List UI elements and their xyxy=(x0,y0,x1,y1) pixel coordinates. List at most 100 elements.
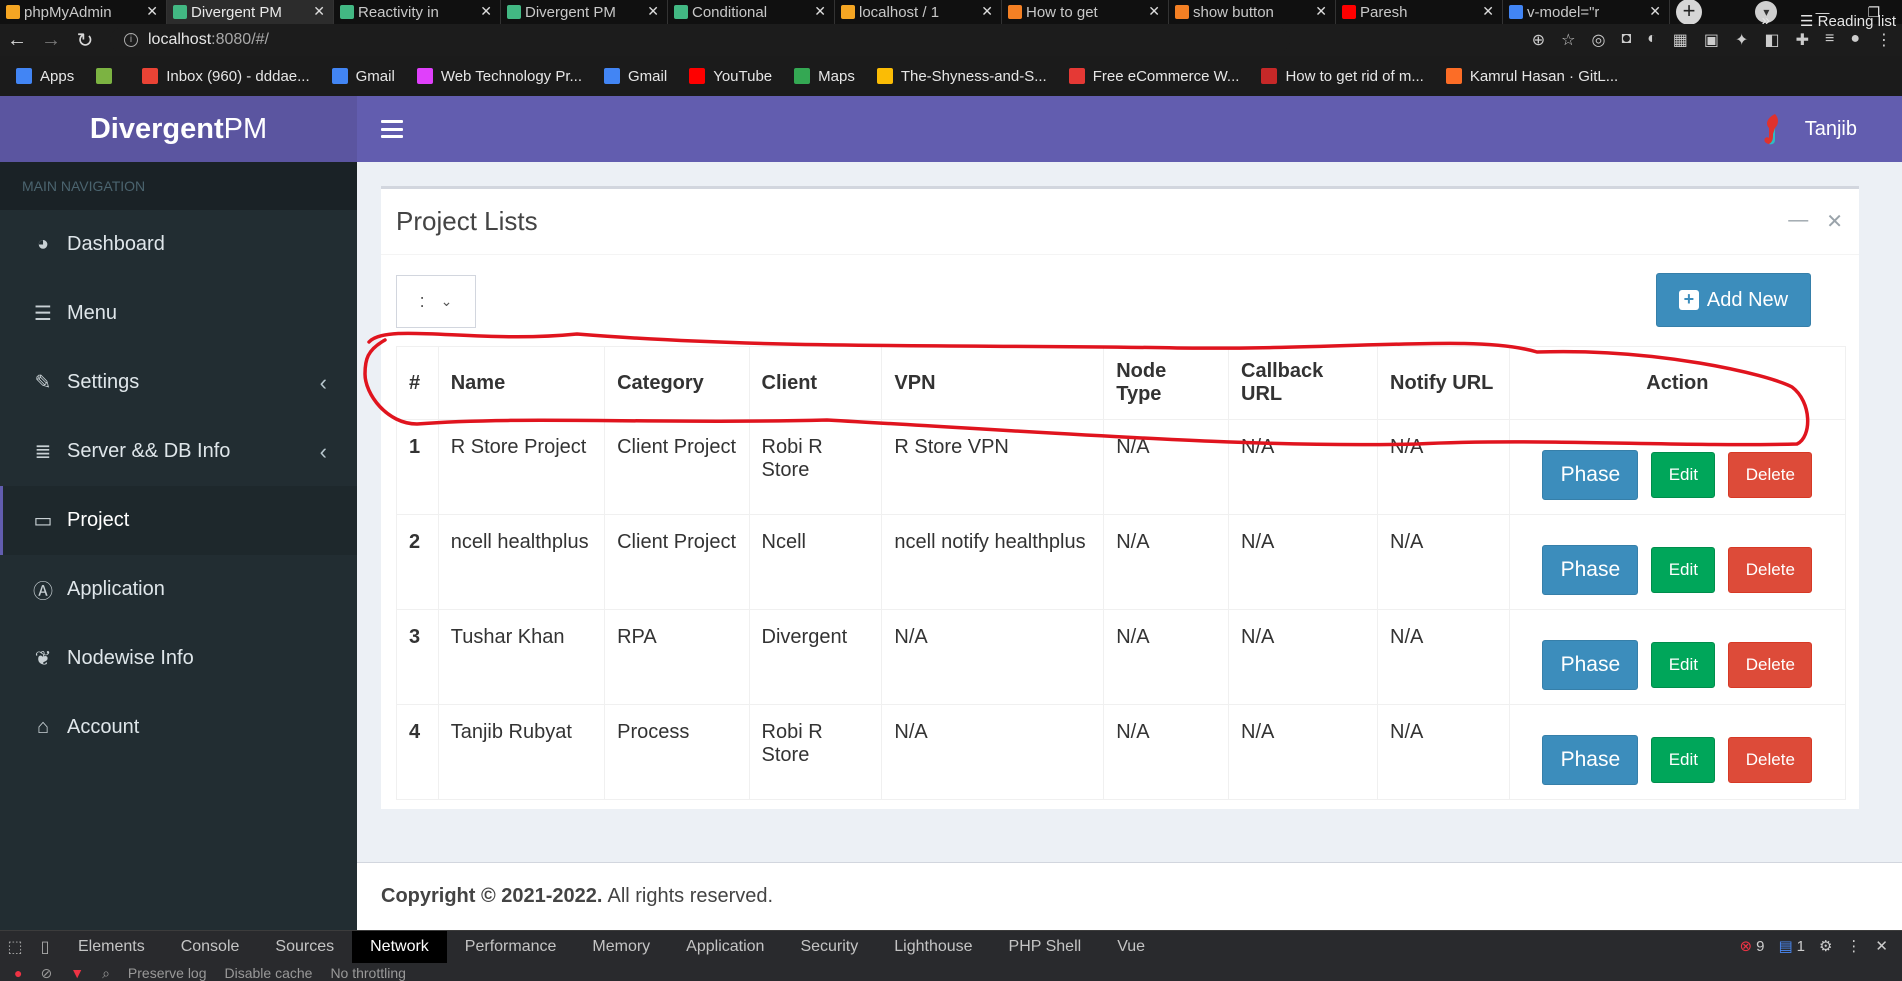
delete-button[interactable]: Delete xyxy=(1728,547,1813,593)
phase-button[interactable]: Phase xyxy=(1542,640,1639,690)
back-icon[interactable]: ← xyxy=(0,29,34,52)
devtools-tab-application[interactable]: Application xyxy=(668,931,782,963)
bookmark-item[interactable]: The-Shyness-and-S... xyxy=(876,68,1047,85)
browser-tab[interactable]: Divergent PM ✕ xyxy=(167,0,334,24)
tab-close-icon[interactable]: ✕ xyxy=(313,3,325,20)
browser-tab[interactable]: Conditional ✕ xyxy=(668,0,835,24)
playlist-icon[interactable]: ≡ xyxy=(1825,30,1834,50)
tab-close-icon[interactable]: ✕ xyxy=(981,3,993,20)
devtools-tab-php-shell[interactable]: PHP Shell xyxy=(991,931,1100,963)
devtools-tab-elements[interactable]: Elements xyxy=(60,931,163,963)
bookmark-item[interactable]: How to get rid of m... xyxy=(1261,68,1424,85)
bookmark-item[interactable] xyxy=(96,68,120,84)
bookmark-item[interactable]: Gmail xyxy=(604,68,667,85)
error-badge[interactable]: ⊗ 9 xyxy=(1740,937,1765,956)
browser-tab[interactable]: localhost / 1 ✕ xyxy=(835,0,1002,24)
bookmark-item[interactable]: YouTube xyxy=(689,68,772,85)
devtools-tab-memory[interactable]: Memory xyxy=(574,931,668,963)
extension-icon[interactable]: ◐ xyxy=(1647,30,1657,50)
browser-tab[interactable]: How to get ✕ xyxy=(1002,0,1169,24)
inspect-icon[interactable]: ⬚ xyxy=(0,937,30,957)
clear-icon[interactable]: ⊘ xyxy=(40,965,52,981)
gear-icon[interactable]: ⚙ xyxy=(1819,937,1832,955)
sidebar-item-application[interactable]: Ⓐ Application xyxy=(0,555,357,624)
phase-button[interactable]: Phase xyxy=(1542,735,1639,785)
delete-button[interactable]: Delete xyxy=(1728,452,1813,498)
extension-icon[interactable]: ◎ xyxy=(1591,30,1605,50)
delete-button[interactable]: Delete xyxy=(1728,642,1813,688)
edit-button[interactable]: Edit xyxy=(1651,642,1716,688)
bookmark-star-icon[interactable]: ☆ xyxy=(1561,30,1575,50)
extension-icon[interactable]: ◧ xyxy=(1764,30,1779,50)
edit-button[interactable]: Edit xyxy=(1651,452,1716,498)
network-option[interactable]: Preserve log xyxy=(128,965,207,981)
sidebar-item-dashboard[interactable]: ◕ Dashboard xyxy=(0,210,357,279)
sidebar-item-server-db-info[interactable]: ≣ Server && DB Info ‹ xyxy=(0,417,357,486)
devtools-tab-lighthouse[interactable]: Lighthouse xyxy=(876,931,990,963)
extension-icon[interactable]: ▣ xyxy=(1704,30,1719,50)
close-icon[interactable]: ✕ xyxy=(1875,937,1888,955)
camera-icon[interactable]: ◘ xyxy=(1621,30,1631,50)
browser-tab[interactable]: Divergent PM ✕ xyxy=(501,0,668,24)
forward-icon[interactable]: → xyxy=(34,29,68,52)
phase-button[interactable]: Phase xyxy=(1542,545,1639,595)
devtools-tab-performance[interactable]: Performance xyxy=(447,931,575,963)
sidebar-item-menu[interactable]: ☰ Menu xyxy=(0,279,357,348)
bookmark-item[interactable]: Apps xyxy=(16,68,74,85)
url-input[interactable]: i localhost:8080/#/ xyxy=(110,27,1290,53)
sidebar-item-nodewise-info[interactable]: ❦ Nodewise Info xyxy=(0,624,357,693)
reload-icon[interactable]: ↻ xyxy=(68,28,102,53)
site-info-icon[interactable]: i xyxy=(124,33,138,47)
browser-tab[interactable]: Reactivity in ✕ xyxy=(334,0,501,24)
collapse-icon[interactable]: — xyxy=(1788,209,1808,234)
tab-close-icon[interactable]: ✕ xyxy=(1649,3,1661,20)
user-menu[interactable]: Tanjib xyxy=(1757,112,1857,146)
zoom-icon[interactable]: ⊕ xyxy=(1532,30,1545,50)
bookmark-item[interactable]: Gmail xyxy=(331,68,395,85)
record-icon[interactable]: ● xyxy=(14,965,22,981)
sidebar-item-project[interactable]: ▭ Project xyxy=(0,486,357,555)
sidebar-toggle-icon[interactable] xyxy=(381,120,403,138)
puzzle-icon[interactable]: ✚ xyxy=(1796,30,1809,50)
app-logo[interactable]: Divergent PM xyxy=(0,96,357,162)
bookmarks-more[interactable]: » xyxy=(1762,12,1770,30)
network-option[interactable]: No throttling xyxy=(330,965,405,981)
device-toggle-icon[interactable]: ▯ xyxy=(30,937,60,957)
devtools-tab-console[interactable]: Console xyxy=(163,931,258,963)
tab-close-icon[interactable]: ✕ xyxy=(647,3,659,20)
devtools-tab-network[interactable]: Network xyxy=(352,931,447,963)
per-page-select[interactable]: : ⌄ xyxy=(396,275,476,328)
close-icon[interactable]: ✕ xyxy=(1826,209,1843,234)
devtools-tab-security[interactable]: Security xyxy=(782,931,876,963)
bookmark-item[interactable]: Web Technology Pr... xyxy=(416,68,582,85)
devtools-tab-sources[interactable]: Sources xyxy=(257,931,352,963)
tab-close-icon[interactable]: ✕ xyxy=(1315,3,1327,20)
reading-list[interactable]: ☰ Reading list xyxy=(1800,12,1896,30)
extension-icon[interactable]: ▦ xyxy=(1673,30,1688,50)
kebab-menu-icon[interactable]: ⋮ xyxy=(1876,30,1892,50)
phase-button[interactable]: Phase xyxy=(1542,450,1639,500)
bookmark-item[interactable]: Free eCommerce W... xyxy=(1068,68,1239,85)
filter-icon[interactable]: ▼ xyxy=(70,965,84,981)
bookmark-item[interactable]: Maps xyxy=(794,68,855,85)
browser-tab[interactable]: show button ✕ xyxy=(1169,0,1336,24)
tab-close-icon[interactable]: ✕ xyxy=(480,3,492,20)
kebab-menu-icon[interactable]: ⋮ xyxy=(1846,937,1861,955)
browser-tab[interactable]: phpMyAdmin ✕ xyxy=(0,0,167,24)
tab-close-icon[interactable]: ✕ xyxy=(1482,3,1494,20)
tab-close-icon[interactable]: ✕ xyxy=(814,3,826,20)
browser-tab[interactable]: v-model="r ✕ xyxy=(1503,0,1670,24)
search-icon[interactable]: ⌕ xyxy=(102,965,110,981)
delete-button[interactable]: Delete xyxy=(1728,737,1813,783)
edit-button[interactable]: Edit xyxy=(1651,737,1716,783)
edit-button[interactable]: Edit xyxy=(1651,547,1716,593)
bookmark-item[interactable]: Kamrul Hasan · GitL... xyxy=(1445,68,1618,85)
message-badge[interactable]: ▤ 1 xyxy=(1778,937,1805,956)
sidebar-item-account[interactable]: ⌂ Account xyxy=(0,693,357,762)
devtools-tab-vue[interactable]: Vue xyxy=(1099,931,1163,963)
browser-tab[interactable]: Paresh ✕ xyxy=(1336,0,1503,24)
add-new-button[interactable]: + Add New xyxy=(1656,273,1811,327)
new-tab-button[interactable]: + xyxy=(1670,0,1708,25)
avatar[interactable]: ● xyxy=(1850,30,1860,50)
tab-close-icon[interactable]: ✕ xyxy=(146,3,158,20)
